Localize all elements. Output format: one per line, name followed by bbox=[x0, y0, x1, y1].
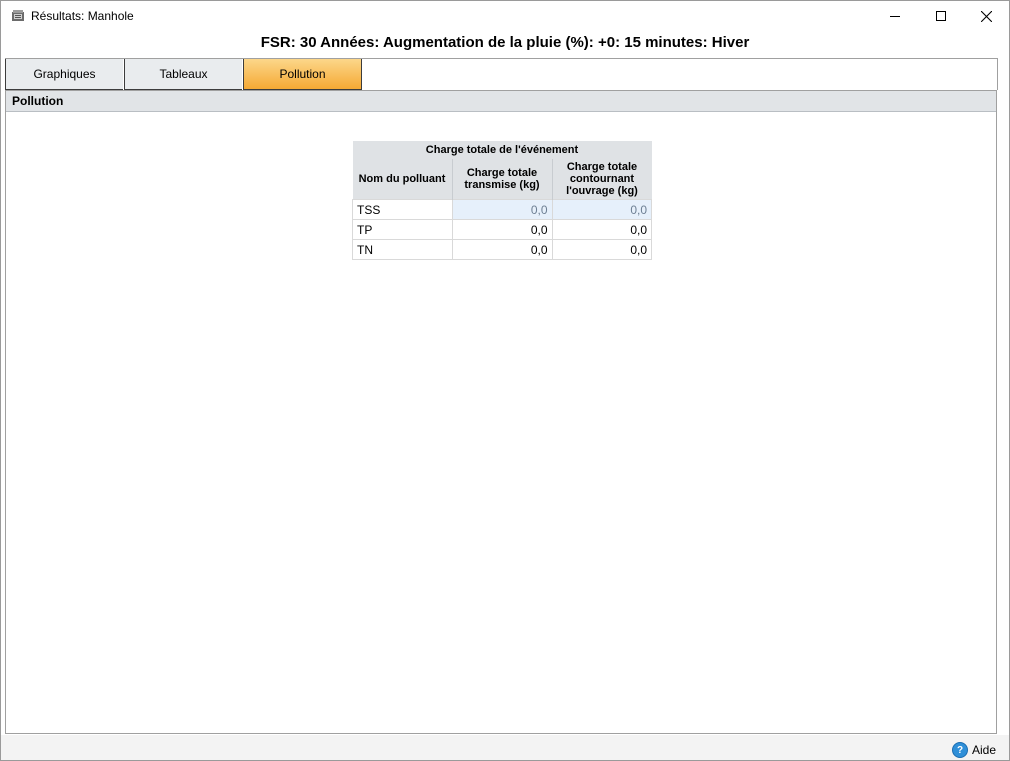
help-button[interactable]: ? Aide bbox=[952, 742, 996, 758]
pollutant-name-cell[interactable]: TP bbox=[352, 219, 453, 240]
simulation-header: FSR: 30 Années: Augmentation de la pluie… bbox=[260, 34, 750, 51]
tab-graphiques[interactable]: Graphiques bbox=[5, 59, 123, 90]
tab-tableaux[interactable]: Tableaux bbox=[124, 59, 242, 90]
title-bar[interactable]: Résultats: Manhole bbox=[1, 1, 1009, 31]
maximize-button[interactable] bbox=[918, 1, 964, 31]
contournant-cell[interactable]: 0,0 bbox=[551, 199, 652, 220]
close-icon bbox=[980, 10, 992, 22]
tab-pollution[interactable]: Pollution bbox=[243, 59, 362, 90]
maximize-icon bbox=[936, 11, 946, 21]
close-button[interactable] bbox=[963, 1, 1009, 31]
status-footer: ? Aide bbox=[1, 735, 1009, 760]
column-header-pollutant[interactable]: Nom du polluant bbox=[352, 159, 453, 200]
results-window: Résultats: Manhole FSR: 30 Années: Augme… bbox=[0, 0, 1010, 761]
contournant-cell[interactable]: 0,0 bbox=[551, 219, 652, 240]
column-header-transmise[interactable]: Charge totale transmise (kg) bbox=[452, 159, 553, 200]
transmise-cell[interactable]: 0,0 bbox=[451, 219, 553, 240]
tab-strip: Graphiques Tableaux Pollution bbox=[5, 58, 998, 90]
transmise-cell[interactable]: 0,0 bbox=[451, 239, 553, 260]
pollution-table: Charge totale de l'événement Nom du poll… bbox=[352, 141, 652, 260]
pollutant-name-cell[interactable]: TSS bbox=[352, 199, 453, 220]
table-row[interactable]: TP 0,0 0,0 bbox=[352, 219, 652, 240]
manhole-app-icon bbox=[10, 8, 26, 24]
table-row[interactable]: TN 0,0 0,0 bbox=[352, 239, 652, 260]
panel-title: Pollution bbox=[6, 91, 996, 112]
group-header: Charge totale de l'événement bbox=[352, 141, 652, 159]
transmise-cell[interactable]: 0,0 bbox=[451, 199, 553, 220]
help-icon: ? bbox=[952, 742, 968, 758]
pollutant-name-cell[interactable]: TN bbox=[352, 239, 453, 260]
window-title: Résultats: Manhole bbox=[31, 9, 134, 23]
pollution-panel: Pollution Charge totale de l'événement N… bbox=[5, 90, 997, 734]
minimize-button[interactable] bbox=[872, 1, 918, 31]
help-label: Aide bbox=[972, 743, 997, 757]
minimize-icon bbox=[890, 16, 900, 17]
column-header-contournant[interactable]: Charge totale contournant l'ouvrage (kg) bbox=[552, 159, 652, 200]
table-row[interactable]: TSS 0,0 0,0 bbox=[352, 199, 652, 220]
contournant-cell[interactable]: 0,0 bbox=[551, 239, 652, 260]
